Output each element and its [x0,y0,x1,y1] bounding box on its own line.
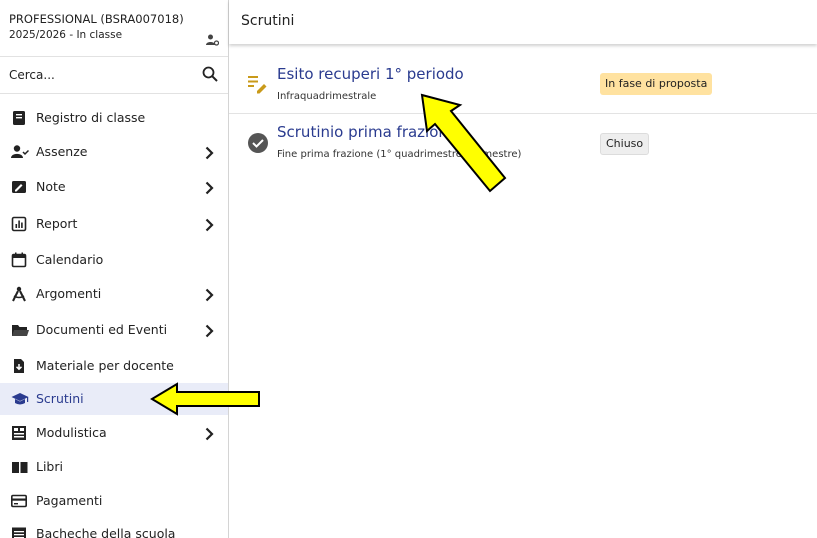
search-bar [0,56,228,94]
list-item[interactable]: Esito recuperi 1° periodo Infraquadrimes… [229,58,817,113]
sidebar-item-label: Calendario [36,252,104,267]
list-item[interactable]: Scrutinio prima frazione Fine prima fraz… [229,114,817,169]
manage-account-icon[interactable] [206,31,220,50]
scrutinio-title[interactable]: Scrutinio prima frazione [277,123,457,141]
sidebar-item-label: Materiale per docente [36,358,174,373]
sidebar-item-label: Modulistica [36,425,107,440]
sidebar-item-scrutini[interactable]: Scrutini [0,383,228,415]
compass-icon [11,286,27,302]
sidebar-item-label: Registro di classe [36,110,146,125]
calendar-icon [11,252,27,268]
sidebar-item-note[interactable]: Note [0,171,228,203]
scrutinio-subtitle: Fine prima frazione (1° quadrimestre / t… [277,149,522,160]
search-input[interactable] [9,63,179,87]
sidebar-item-bacheche[interactable]: Bacheche della scuola [0,518,228,538]
folder-icon [11,322,29,338]
sidebar-item-label: Documenti ed Eventi [36,322,168,337]
sidebar-item-libri[interactable]: Libri [0,451,228,483]
chevron-right-icon [205,426,214,445]
scrutinio-subtitle: Infraquadrimestrale [277,91,377,102]
check-circle-icon [247,132,269,158]
sidebar-item-report[interactable]: Report [0,208,228,240]
form-icon [11,425,27,441]
sidebar-item-label: Argomenti [36,286,102,301]
edit-list-icon [247,72,269,98]
bar-chart-icon [11,216,27,232]
sidebar-item-assenze[interactable]: Assenze [0,136,228,168]
status-badge: Chiuso [600,133,650,155]
profile-name: PROFESSIONAL (BSRA007018) [9,12,184,26]
sidebar-item-calendario[interactable]: Calendario [0,244,228,276]
chevron-right-icon [205,287,214,306]
sidebar-item-modulistica[interactable]: Modulistica [0,417,228,449]
sidebar-item-label: Libri [36,459,63,474]
search-icon[interactable] [202,66,218,86]
profile-selector[interactable]: PROFESSIONAL (BSRA007018) 2025/2026 - In… [9,12,221,46]
sidebar: PROFESSIONAL (BSRA007018) 2025/2026 - In… [0,0,229,538]
credit-card-icon [11,493,27,509]
chevron-right-icon [205,217,214,236]
person-check-icon [11,144,30,160]
board-icon [11,526,27,538]
sidebar-item-label: Bacheche della scuola [36,526,176,538]
sidebar-item-label: Pagamenti [36,493,103,508]
file-download-icon [11,358,27,374]
book-icon [11,110,27,126]
sidebar-item-documenti[interactable]: Documenti ed Eventi [0,314,228,346]
sidebar-item-label: Assenze [36,144,88,159]
status-badge: In fase di proposta [600,73,713,95]
page-title: Scrutini [241,13,295,29]
graduation-cap-icon [11,391,29,407]
chevron-right-icon [205,323,214,342]
sidebar-item-materiale[interactable]: Materiale per docente [0,350,228,382]
chevron-right-icon [205,180,214,199]
sidebar-item-argomenti[interactable]: Argomenti [0,278,228,310]
profile-year: 2025/2026 - In classe [9,29,123,41]
sidebar-item-label: Scrutini [36,391,84,406]
sidebar-item-label: Report [36,216,78,231]
note-icon [11,179,27,195]
sidebar-item-pagamenti[interactable]: Pagamenti [0,485,228,517]
sidebar-item-label: Note [36,179,66,194]
page-header: Scrutini [229,0,817,44]
books-icon [11,459,28,475]
chevron-right-icon [205,145,214,164]
scrutinio-title[interactable]: Esito recuperi 1° periodo [277,65,464,83]
sidebar-item-registro[interactable]: Registro di classe [0,102,228,134]
